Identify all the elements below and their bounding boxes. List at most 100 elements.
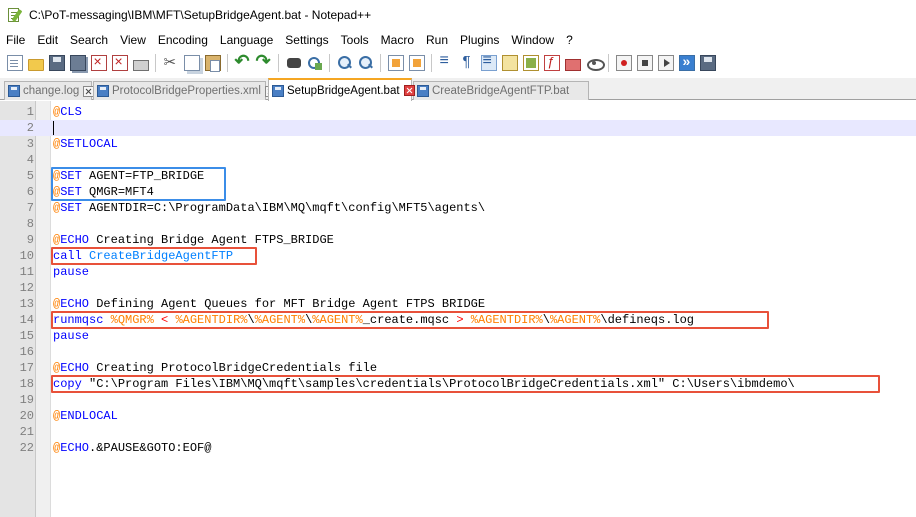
tab-close-icon[interactable] (403, 85, 415, 96)
save-macro-icon[interactable] (699, 55, 716, 71)
paste-icon[interactable] (204, 55, 221, 72)
menu-tools[interactable]: Tools (335, 30, 375, 50)
find-icon[interactable] (286, 55, 302, 71)
tab-protocol-bridge-properties[interactable]: ProtocolBridgeProperties.xml (93, 81, 276, 100)
function-list-icon[interactable] (543, 54, 560, 71)
line-number: 2 (26, 121, 34, 135)
print-icon[interactable] (132, 59, 149, 71)
code-text[interactable]: pause (53, 264, 89, 280)
code-text[interactable]: @ENDLOCAL (53, 408, 118, 424)
code-line[interactable]: 14 runmqsc %QMGR% < %AGENTDIR%\%AGENT%\%A… (0, 312, 916, 328)
code-token: %AGENTDIR% (470, 313, 543, 327)
zoom-out-icon[interactable] (358, 55, 374, 71)
code-text[interactable]: @ECHO Creating Bridge Agent FTPS_BRIDGE (53, 232, 334, 248)
notepadpp-app-icon[interactable] (7, 7, 23, 23)
sync-vertical-icon[interactable] (387, 55, 404, 71)
menu-language[interactable]: Language (214, 30, 279, 50)
word-wrap-icon[interactable] (439, 52, 455, 71)
code-text[interactable]: @CLS (53, 104, 82, 120)
code-text[interactable]: @SETLOCAL (53, 136, 118, 152)
menu-file[interactable]: File (0, 30, 31, 50)
replace-icon[interactable] (307, 55, 323, 71)
code-line[interactable]: 20 @ENDLOCAL (0, 408, 916, 424)
menu-settings[interactable]: Settings (279, 30, 334, 50)
code-text[interactable]: @SET AGENTDIR=C:\ProgramData\IBM\MQ\mqft… (53, 200, 485, 216)
code-token: < (153, 313, 176, 327)
code-line[interactable]: 13 @ECHO Defining Agent Queues for MFT Br… (0, 296, 916, 312)
code-line[interactable]: 3 @SETLOCAL (0, 136, 916, 152)
code-line[interactable]: 12 (0, 280, 916, 296)
tab-change-log[interactable]: change.log (4, 81, 95, 100)
code-line[interactable]: 22 @ECHO.&PAUSE&GOTO:EOF@ (0, 440, 916, 456)
code-text[interactable]: copy "C:\Program Files\IBM\MQ\mqft\sampl… (53, 376, 795, 392)
code-token: pause (53, 329, 90, 343)
save-all-icon[interactable] (69, 55, 86, 71)
code-token: %AGENTDIR% (175, 313, 248, 327)
monitoring-icon[interactable] (586, 55, 605, 71)
code-line[interactable]: 18 copy "C:\Program Files\IBM\MQ\mqft\sam… (0, 376, 916, 392)
open-folder-icon[interactable] (27, 59, 44, 71)
save-icon[interactable] (48, 55, 65, 71)
code-text[interactable]: @SET QMGR=MFT4 (53, 184, 154, 200)
tab-label: ProtocolBridgeProperties.xml (112, 85, 261, 97)
indent-guide-icon[interactable] (480, 52, 497, 71)
start-recording-icon[interactable] (615, 55, 632, 71)
sync-horizontal-icon[interactable] (408, 55, 425, 71)
tab-setup-bridge-agent[interactable]: SetupBridgeAgent.bat (268, 78, 415, 101)
code-line[interactable]: 6 @SET QMGR=MFT4 (0, 184, 916, 200)
undo-icon[interactable] (235, 51, 251, 72)
code-text[interactable]: @ECHO Creating ProtocolBridgeCredentials… (53, 360, 377, 376)
menu-edit[interactable]: Edit (31, 30, 64, 50)
code-line[interactable]: 2 (0, 120, 916, 136)
close-all-icon[interactable] (111, 53, 128, 71)
toolbar-separator (155, 54, 156, 72)
close-icon[interactable] (90, 53, 107, 71)
code-text[interactable]: runmqsc %QMGR% < %AGENTDIR%\%AGENT%\%AGE… (53, 312, 694, 328)
cut-icon[interactable] (163, 53, 179, 71)
code-line[interactable]: 1 @CLS (0, 104, 916, 120)
code-line[interactable]: 21 (0, 424, 916, 440)
menu-help[interactable]: ? (560, 30, 579, 50)
run-macro-multiple-icon[interactable] (678, 53, 695, 71)
folder-as-workspace-icon[interactable] (564, 59, 581, 71)
menu-plugins[interactable]: Plugins (454, 30, 505, 50)
menu-window[interactable]: Window (505, 30, 560, 50)
line-number: 20 (19, 409, 34, 423)
code-line[interactable]: 8 (0, 216, 916, 232)
code-token: ECHO (60, 297, 90, 311)
menu-run[interactable]: Run (420, 30, 454, 50)
code-line[interactable]: 11 pause (0, 264, 916, 280)
code-line[interactable]: 16 (0, 344, 916, 360)
code-line[interactable]: 9 @ECHO Creating Bridge Agent FTPS_BRIDGE (0, 232, 916, 248)
code-text[interactable]: @ECHO.&PAUSE&GOTO:EOF@ (53, 440, 211, 456)
code-line[interactable]: 19 (0, 392, 916, 408)
code-line[interactable]: 7 @SET AGENTDIR=C:\ProgramData\IBM\MQ\mqf… (0, 200, 916, 216)
code-token: copy (53, 377, 82, 391)
code-line[interactable]: 17 @ECHO Creating ProtocolBridgeCredentia… (0, 360, 916, 376)
document-map-icon[interactable] (522, 55, 539, 71)
code-text[interactable]: @SET AGENT=FTP_BRIDGE (53, 168, 204, 184)
redo-icon[interactable] (256, 51, 272, 72)
user-defined-language-icon[interactable] (501, 55, 518, 71)
code-text[interactable]: @ECHO Defining Agent Queues for MFT Brid… (53, 296, 485, 312)
tab-create-bridge-agent-ftp[interactable]: CreateBridgeAgentFTP.bat (413, 81, 589, 100)
menu-macro[interactable]: Macro (375, 30, 420, 50)
menu-view[interactable]: View (114, 30, 152, 50)
line-number: 18 (19, 377, 34, 391)
menu-search[interactable]: Search (64, 30, 114, 50)
code-line[interactable]: 5 @SET AGENT=FTP_BRIDGE (0, 168, 916, 184)
code-text[interactable]: call CreateBridgeAgentFTP (53, 248, 233, 264)
code-line[interactable]: 10 call CreateBridgeAgentFTP (0, 248, 916, 264)
zoom-in-icon[interactable] (337, 55, 353, 71)
code-line[interactable]: 4 (0, 152, 916, 168)
show-all-characters-icon[interactable] (460, 53, 476, 71)
code-line[interactable]: 15 pause (0, 328, 916, 344)
stop-recording-icon[interactable] (636, 55, 653, 71)
line-number: 8 (26, 217, 34, 231)
copy-icon[interactable] (183, 55, 200, 71)
playback-icon[interactable] (657, 55, 674, 71)
new-file-icon[interactable] (6, 55, 23, 71)
menu-encoding[interactable]: Encoding (152, 30, 214, 50)
code-editor[interactable]: 1 @CLS 2 3 @SETLOCAL 4 5 @SET AGENT=FTP_BRIDGE 6… (0, 101, 916, 517)
code-text[interactable]: pause (53, 328, 89, 344)
